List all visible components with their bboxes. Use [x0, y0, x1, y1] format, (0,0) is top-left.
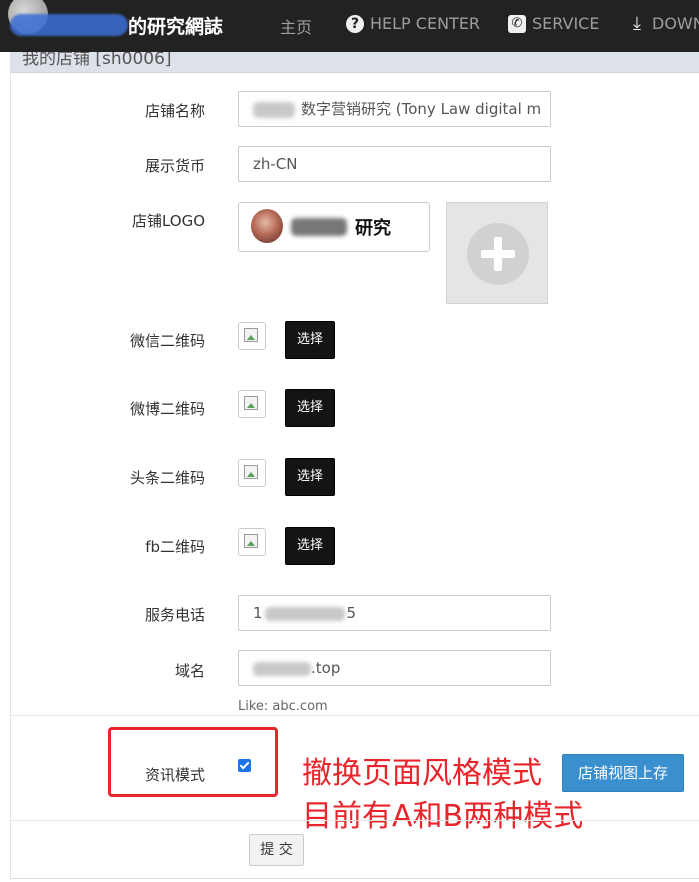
redacted-text	[253, 661, 311, 676]
wechat-qr-select-button[interactable]: 选择	[285, 321, 335, 359]
logo-text: 研究	[355, 218, 391, 239]
redacted-text	[291, 218, 347, 236]
broken-image-icon	[238, 322, 266, 350]
download-icon: ⤓	[633, 12, 641, 34]
plus-icon	[467, 223, 529, 285]
currency-label: 展示货币	[144, 157, 205, 175]
service-phone-input[interactable]: 15	[238, 595, 551, 631]
info-mode-checkbox[interactable]	[238, 759, 251, 772]
shop-name-input[interactable]: 数字营销研究 (Tony Law digital m	[238, 91, 551, 127]
wechat-qr-label: 微信二维码	[129, 332, 205, 350]
toutiao-qr-label: 头条二维码	[129, 469, 205, 487]
nav-help-center[interactable]: ? HELP CENTER	[346, 14, 480, 33]
shop-name-label: 店铺名称	[144, 102, 205, 120]
broken-image-icon	[238, 459, 266, 487]
nav-service[interactable]: ✆ SERVICE	[508, 14, 599, 33]
weibo-qr-label: 微博二维码	[129, 400, 205, 418]
domain-input[interactable]: .top	[238, 650, 551, 686]
fb-qr-label: fb二维码	[145, 538, 205, 556]
currency-input[interactable]: zh-CN	[238, 146, 551, 182]
nav-download[interactable]: ⤓ DOWN	[628, 14, 699, 33]
save-shop-view-button[interactable]: 店铺视图上存	[562, 754, 684, 792]
redacted-text	[264, 606, 345, 621]
domain-hint: Like: abc.com	[238, 699, 328, 714]
redacted-brand-mark	[10, 14, 128, 36]
shop-logo-preview: 研究	[238, 202, 430, 252]
fb-qr-select-button[interactable]: 选择	[285, 527, 335, 565]
logo-avatar-image	[251, 209, 283, 243]
info-mode-label: 资讯模式	[144, 766, 205, 784]
domain-label: 域名	[174, 662, 205, 680]
broken-image-icon	[238, 390, 266, 418]
submit-button[interactable]: 提 交	[249, 834, 304, 866]
divider	[10, 820, 699, 821]
phone-icon: ✆	[508, 14, 526, 33]
divider	[10, 878, 699, 879]
redacted-text	[253, 101, 295, 118]
weibo-qr-select-button[interactable]: 选择	[285, 389, 335, 427]
annotation-line-2: 目前有A和B两种模式	[302, 799, 584, 834]
upload-logo-button[interactable]	[446, 202, 548, 304]
shop-logo-label: 店铺LOGO	[131, 212, 205, 230]
nav-home[interactable]: 主页	[280, 14, 312, 38]
top-navbar: 的研究網誌 主页 ? HELP CENTER ✆ SERVICE ⤓ DOWN	[0, 0, 699, 52]
divider	[10, 715, 699, 716]
panel-heading: 我的店铺 [sh0006]	[10, 52, 699, 73]
broken-image-icon	[238, 528, 266, 556]
service-phone-label: 服务电话	[144, 606, 205, 624]
annotation-highlight-box	[108, 727, 278, 797]
panel-title: 我的店铺 [sh0006]	[22, 52, 172, 69]
toutiao-qr-select-button[interactable]: 选择	[285, 458, 335, 496]
annotation-line-1: 撤换页面风格模式	[302, 756, 542, 791]
brand-title[interactable]: 的研究網誌	[128, 12, 223, 39]
question-circle-icon: ?	[346, 14, 364, 33]
